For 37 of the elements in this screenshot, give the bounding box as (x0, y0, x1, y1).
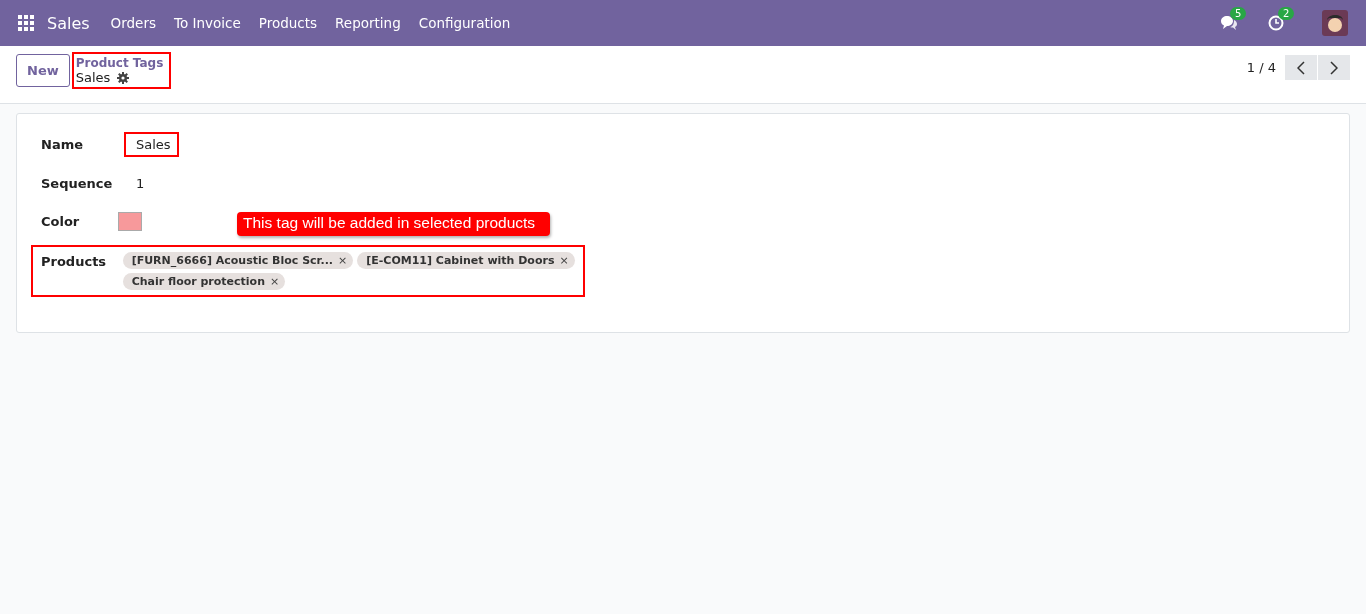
menu-item[interactable]: Reporting (326, 15, 410, 31)
remove-tag-button[interactable]: × (338, 254, 348, 267)
new-button[interactable]: New (16, 54, 70, 87)
breadcrumb-link[interactable]: Product Tags (75, 56, 164, 70)
tag-label: [FURN_6666] Acoustic Bloc Scr... (131, 254, 333, 267)
field-label: Name (41, 137, 84, 152)
chevron-right-icon (1330, 60, 1338, 75)
menu-item[interactable]: Products (249, 15, 327, 31)
tag-label: Chair floor protection (131, 275, 265, 288)
field-label: Products (41, 254, 108, 269)
previous-button[interactable] (1285, 55, 1317, 80)
menu-item[interactable]: To Invoice (165, 15, 250, 31)
apps-grid-icon[interactable] (18, 15, 34, 31)
pager-value: 1 / 4 (1246, 60, 1276, 75)
count-badge: 2 (1278, 7, 1295, 20)
activities-button[interactable]: 2 (1268, 7, 1298, 31)
field-label: Color (41, 214, 81, 229)
annotation-callout: This tag will be added in selected products (237, 212, 551, 236)
menu-item[interactable]: Orders (101, 15, 165, 31)
field-label: Sequence (41, 176, 114, 191)
menu-item[interactable]: Configuration (409, 15, 520, 31)
remove-tag-button[interactable]: × (270, 275, 280, 288)
count-badge: 5 (1230, 7, 1247, 20)
field-value[interactable]: Sales (136, 137, 171, 152)
gear-icon[interactable] (117, 71, 130, 84)
tag-label: [E-COM11] Cabinet with Doors (366, 254, 555, 267)
clock-icon (1268, 15, 1284, 31)
color-swatch[interactable] (118, 212, 142, 231)
next-button[interactable] (1318, 55, 1350, 80)
messages-button[interactable]: 5 (1220, 7, 1252, 31)
field-value[interactable]: 1 (136, 176, 145, 191)
chat-bubbles-icon (1220, 15, 1238, 31)
record-title: Sales (75, 70, 111, 85)
avatar-icon[interactable] (1322, 10, 1348, 36)
chevron-left-icon (1297, 60, 1305, 75)
remove-tag-button[interactable]: × (559, 254, 569, 267)
app-title[interactable]: Sales (47, 13, 90, 33)
